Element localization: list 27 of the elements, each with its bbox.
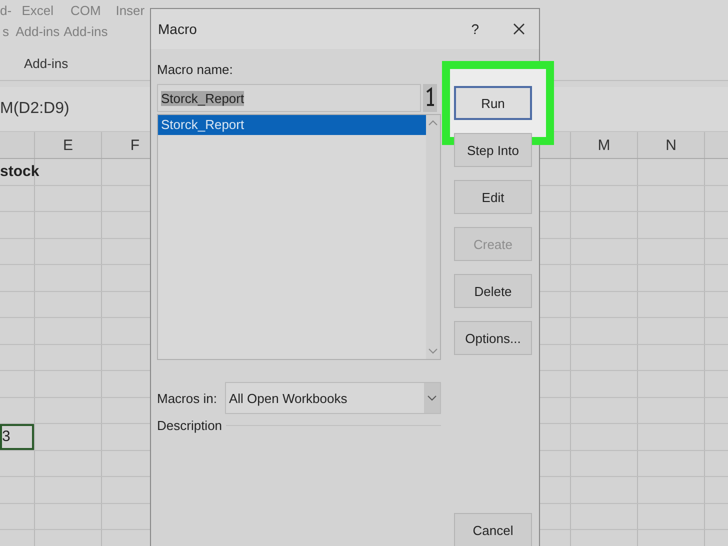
dialog-button[interactable]: Run: [454, 86, 532, 120]
scroll-up-icon[interactable]: [428, 119, 438, 127]
scroll-down-icon[interactable]: [428, 347, 438, 355]
macros-in-dropdown[interactable]: All Open Workbooks: [224, 382, 441, 414]
column-header[interactable]: F: [130, 136, 140, 154]
table-cell: 3: [0, 424, 34, 450]
close-icon[interactable]: [513, 23, 525, 35]
column-header[interactable]: E: [62, 136, 73, 154]
macros-in-label: Macros in:: [157, 390, 217, 406]
chevron-down-icon: [424, 383, 440, 413]
scrollbar[interactable]: [426, 115, 440, 359]
formula-field[interactable]: M(D2:D9): [0, 100, 70, 118]
dialog-button[interactable]: Options...: [454, 321, 532, 355]
dialog-button[interactable]: Step Into: [454, 133, 532, 167]
ribbon-group-label: Add-ins: [24, 56, 68, 71]
column-header[interactable]: N: [666, 136, 676, 154]
macro-name-label: Macro name:: [157, 62, 233, 77]
macro-name-field[interactable]: Storck_Report: [157, 84, 421, 112]
macro-list-item[interactable]: Storck_Report: [158, 115, 426, 135]
collapse-icon[interactable]: [423, 84, 437, 112]
dialog-button[interactable]: Cancel: [454, 513, 532, 546]
dialog-title: Macro: [158, 21, 198, 37]
dialog-button[interactable]: Edit: [454, 180, 532, 214]
help-button[interactable]: ?: [471, 21, 479, 37]
dialog-button[interactable]: Delete: [454, 274, 532, 308]
column-header[interactable]: M: [598, 136, 610, 154]
description-label: Description: [157, 418, 222, 433]
